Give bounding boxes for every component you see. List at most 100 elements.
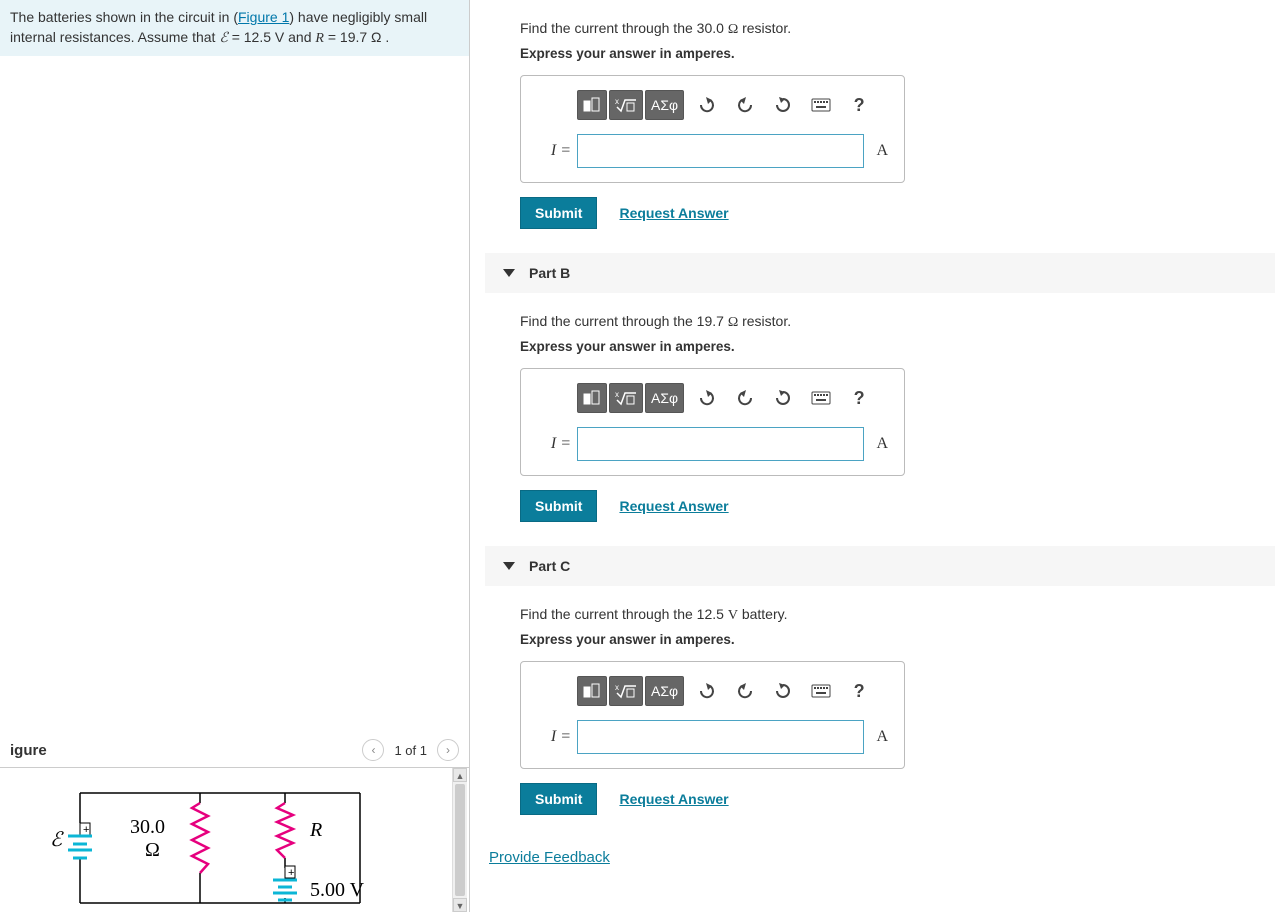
reset-icon[interactable] bbox=[768, 90, 798, 120]
part-instruction: Express your answer in amperes. bbox=[520, 339, 1257, 354]
answer-input[interactable] bbox=[577, 427, 864, 461]
unit-label: A bbox=[876, 435, 888, 453]
problem-statement: The batteries shown in the circuit in (F… bbox=[0, 0, 469, 56]
left-panel: The batteries shown in the circuit in (F… bbox=[0, 0, 470, 912]
part-label: Part B bbox=[529, 265, 570, 281]
emf-label: ℰ bbox=[50, 829, 64, 851]
provide-feedback-link[interactable]: Provide Feedback bbox=[489, 849, 610, 866]
radical-icon[interactable]: x bbox=[609, 383, 643, 413]
part-body: Find the current through the 19.7 Ω resi… bbox=[485, 293, 1275, 542]
unit-label: A bbox=[876, 142, 888, 160]
caret-down-icon bbox=[503, 269, 515, 277]
svg-text:x: x bbox=[615, 97, 619, 106]
reset-icon[interactable] bbox=[768, 676, 798, 706]
answer-input[interactable] bbox=[577, 134, 864, 168]
input-row: I = A bbox=[537, 720, 888, 754]
submit-button[interactable]: Submit bbox=[520, 783, 597, 815]
figure-scrollbar[interactable]: ▲ ▼ bbox=[452, 768, 467, 912]
figure-header: igure ‹ 1 of 1 › bbox=[0, 733, 469, 767]
part-body: Find the current through the 12.5 V batt… bbox=[485, 586, 1275, 835]
right-panel: Find the current through the 30.0 Ω resi… bbox=[470, 0, 1275, 912]
keyboard-icon[interactable] bbox=[806, 90, 836, 120]
scroll-up-icon[interactable]: ▲ bbox=[453, 768, 467, 782]
template-icon[interactable] bbox=[577, 90, 607, 120]
variable-label: I = bbox=[537, 435, 571, 453]
help-button[interactable]: ? bbox=[844, 383, 874, 413]
part-header[interactable]: Part B bbox=[485, 253, 1275, 293]
greek-button[interactable]: ΑΣφ bbox=[645, 90, 684, 120]
template-icon[interactable] bbox=[577, 676, 607, 706]
radical-icon[interactable]: x bbox=[609, 676, 643, 706]
figure-next-button[interactable]: › bbox=[437, 739, 459, 761]
svg-text:+: + bbox=[288, 867, 294, 879]
part-label: Part C bbox=[529, 558, 570, 574]
undo-icon[interactable] bbox=[692, 383, 722, 413]
part-instruction: Express your answer in amperes. bbox=[520, 632, 1257, 647]
greek-button[interactable]: ΑΣφ bbox=[645, 383, 684, 413]
r2-label: R bbox=[309, 819, 322, 841]
submit-button[interactable]: Submit bbox=[520, 197, 597, 229]
svg-text:x: x bbox=[615, 390, 619, 399]
scroll-thumb[interactable] bbox=[455, 784, 465, 896]
r-symbol: R bbox=[315, 31, 324, 46]
emf-symbol: ℰ bbox=[219, 31, 227, 46]
r-value: = 19.7 Ω . bbox=[324, 29, 389, 45]
variable-label: I = bbox=[537, 142, 571, 160]
keyboard-icon[interactable] bbox=[806, 676, 836, 706]
caret-down-icon bbox=[503, 562, 515, 570]
redo-icon[interactable] bbox=[730, 676, 760, 706]
part-instruction: Express your answer in amperes. bbox=[520, 46, 1257, 61]
greek-button[interactable]: ΑΣφ bbox=[645, 676, 684, 706]
part-body: Find the current through the 30.0 Ω resi… bbox=[485, 0, 1275, 249]
svg-text:x: x bbox=[615, 683, 619, 692]
answer-input[interactable] bbox=[577, 720, 864, 754]
figure-section: igure ‹ 1 of 1 › bbox=[0, 733, 469, 912]
help-button[interactable]: ? bbox=[844, 90, 874, 120]
scroll-down-icon[interactable]: ▼ bbox=[453, 898, 467, 912]
part-prompt: Find the current through the 12.5 V batt… bbox=[520, 606, 1257, 624]
r1-unit: Ω bbox=[145, 839, 160, 861]
part-header[interactable]: Part C bbox=[485, 546, 1275, 586]
radical-icon[interactable]: x bbox=[609, 90, 643, 120]
problem-text-1: The batteries shown in the circuit in ( bbox=[10, 9, 238, 25]
figure-nav: ‹ 1 of 1 › bbox=[362, 739, 459, 761]
reset-icon[interactable] bbox=[768, 383, 798, 413]
actions-row: Submit Request Answer bbox=[520, 783, 1257, 815]
actions-row: Submit Request Answer bbox=[520, 490, 1257, 522]
formula-toolbar: x ΑΣφ ? bbox=[537, 90, 888, 120]
undo-icon[interactable] bbox=[692, 676, 722, 706]
part-prompt: Find the current through the 30.0 Ω resi… bbox=[520, 20, 1257, 38]
r1-value: 30.0 bbox=[130, 816, 165, 838]
svg-text:+: + bbox=[83, 824, 89, 836]
input-row: I = A bbox=[537, 134, 888, 168]
answer-box: x ΑΣφ ? I = A bbox=[520, 368, 905, 476]
request-answer-link[interactable]: Request Answer bbox=[619, 205, 728, 221]
template-icon[interactable] bbox=[577, 383, 607, 413]
redo-icon[interactable] bbox=[730, 90, 760, 120]
input-row: I = A bbox=[537, 427, 888, 461]
submit-button[interactable]: Submit bbox=[520, 490, 597, 522]
figure-body: + ℰ 30.0 Ω R + bbox=[0, 767, 469, 912]
variable-label: I = bbox=[537, 728, 571, 746]
figure-prev-button[interactable]: ‹ bbox=[362, 739, 384, 761]
unit-label: A bbox=[876, 728, 888, 746]
emf-value: = 12.5 V bbox=[228, 29, 284, 45]
figure-link[interactable]: Figure 1 bbox=[238, 9, 289, 25]
answer-box: x ΑΣφ ? I = A bbox=[520, 75, 905, 183]
formula-toolbar: x ΑΣφ ? bbox=[537, 383, 888, 413]
and-text: and bbox=[284, 29, 315, 45]
help-button[interactable]: ? bbox=[844, 676, 874, 706]
request-answer-link[interactable]: Request Answer bbox=[619, 498, 728, 514]
request-answer-link[interactable]: Request Answer bbox=[619, 791, 728, 807]
keyboard-icon[interactable] bbox=[806, 383, 836, 413]
answer-box: x ΑΣφ ? I = A bbox=[520, 661, 905, 769]
formula-toolbar: x ΑΣφ ? bbox=[537, 676, 888, 706]
redo-icon[interactable] bbox=[730, 383, 760, 413]
part-prompt: Find the current through the 19.7 Ω resi… bbox=[520, 313, 1257, 331]
figure-title: igure bbox=[10, 742, 47, 759]
actions-row: Submit Request Answer bbox=[520, 197, 1257, 229]
circuit-diagram: + ℰ 30.0 Ω R + bbox=[20, 778, 400, 912]
v2-label: 5.00 V bbox=[310, 879, 365, 901]
figure-counter: 1 of 1 bbox=[394, 743, 427, 758]
undo-icon[interactable] bbox=[692, 90, 722, 120]
